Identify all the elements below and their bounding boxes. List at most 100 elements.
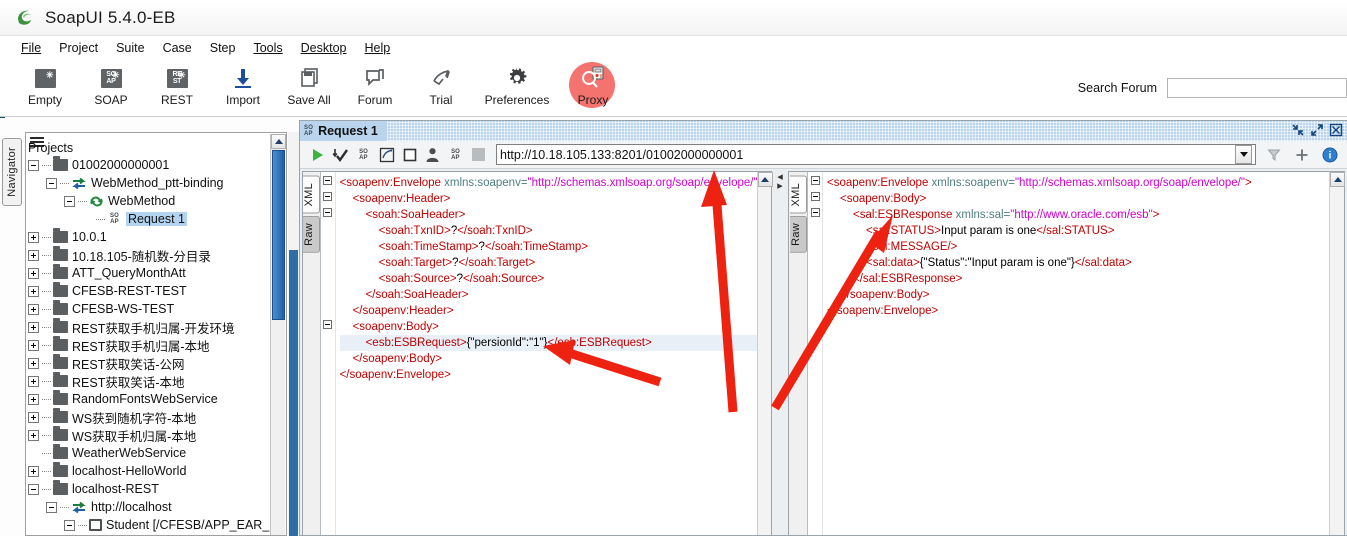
tree-node[interactable]: 10.18.105-随机数-分目录 [26,246,274,264]
menu-tools[interactable]: Tools [244,39,291,57]
response-scroll-up-button[interactable] [1330,172,1345,187]
toolbar-forum-button[interactable]: Forum [342,60,408,114]
stop-button[interactable] [398,144,421,166]
tree-node[interactable]: 10.0.1 [26,228,274,246]
menu-case[interactable]: Case [154,39,201,57]
response-editor-scrollbar[interactable] [1329,172,1345,535]
tree-node-expander[interactable] [28,249,39,261]
request-scroll-up-button[interactable] [757,172,773,187]
tree-node-expander[interactable] [46,501,57,513]
menu-step[interactable]: Step [201,39,245,57]
tree-node-expander[interactable] [28,465,39,477]
tree-node[interactable]: ATT_QueryMonthAtt [26,264,274,282]
maximize-window-button[interactable] [1310,123,1324,137]
editors-splitter[interactable]: ◂ ▸ [774,169,786,535]
tree-node[interactable]: REST获取笑话-公网 [26,354,274,372]
tree-node-expander[interactable] [28,483,39,495]
request-tab-xml[interactable]: XML [303,176,321,214]
tree-node-expander[interactable] [28,303,39,315]
fold-toggle[interactable] [323,192,333,201]
submit-request-button[interactable] [306,144,329,166]
tree-node[interactable]: localhost-REST [26,480,274,498]
fold-toggle[interactable] [810,208,820,217]
request-editor-content[interactable]: <soapenv:Envelope xmlns:soapenv="http://… [336,172,757,535]
tree-node-expander[interactable] [28,393,39,405]
toolbar-empty-button[interactable]: ✳ Empty [12,60,78,114]
restore-window-button[interactable] [1291,123,1305,137]
endpoint-url-field[interactable]: http://10.18.105.133:8201/01002000000001 [496,144,1256,165]
tree-node-expander[interactable] [28,357,39,369]
menu-project[interactable]: Project [50,39,107,57]
request-editor-scrollbar[interactable] [756,172,773,535]
tree-node-expander[interactable] [64,195,75,207]
toolbar-soap-button[interactable]: SO AP ✳ SOAP [78,60,144,114]
fold-toggle[interactable] [323,176,333,185]
soap-format-button[interactable]: SO AP [352,144,375,166]
menu-desktop[interactable]: Desktop [292,39,356,57]
navigator-tab[interactable]: Navigator [2,138,22,206]
tree-node-expander[interactable] [28,339,39,351]
toolbar-trial-button[interactable]: Trial [408,60,474,114]
assertion-button[interactable] [375,144,398,166]
tree-node[interactable]: 01002000000001 [26,156,274,174]
tree-node[interactable]: REST获取手机归属-开发环境 [26,318,274,336]
tree-node[interactable]: CFESB-WS-TEST [26,300,274,318]
tree-node[interactable]: CFESB-REST-TEST [26,282,274,300]
fold-toggle[interactable] [810,192,820,201]
toolbar-save-all-button[interactable]: Save All [276,60,342,114]
add-endpoint-button[interactable] [1290,144,1313,166]
tree-node[interactable]: WS获到随机字符-本地 [26,408,274,426]
tree-node-expander[interactable] [28,375,39,387]
tree-node-expander[interactable] [64,519,75,531]
fold-toggle[interactable] [323,208,333,217]
fold-toggle[interactable] [323,320,333,329]
tree-node[interactable]: Student [/CFESB/APP_EAR_ [26,516,274,534]
toolbar-proxy-button[interactable]: Proxy [560,60,626,114]
fold-toggle[interactable] [810,176,820,185]
tree-node-expander[interactable] [28,285,39,297]
tree-node-expander[interactable] [28,231,39,243]
close-window-button[interactable] [1329,123,1343,137]
help-button[interactable]: i [1318,144,1341,166]
toolbar-import-button[interactable]: Import [210,60,276,114]
validate-button[interactable] [329,144,352,166]
toolbar-rest-button[interactable]: RE ST ✳ REST [144,60,210,114]
wss-button[interactable]: SO AP [444,144,467,166]
tree-node-expander[interactable] [46,177,57,189]
navigator-outer-scrollbar[interactable] [288,132,299,536]
endpoint-dropdown-button[interactable] [1235,145,1252,164]
tree-node[interactable]: WebMethod_ptt-binding [26,174,274,192]
code-token: <soapenv:Body> [840,193,927,205]
request-tab-raw[interactable]: Raw [303,215,321,253]
search-forum-input[interactable] [1167,78,1347,98]
auth-button[interactable] [421,144,444,166]
tree-node[interactable]: REST获取笑话-本地 [26,372,274,390]
tree-node[interactable]: SO AP Request 1 [26,210,274,228]
response-editor-fold-gutter[interactable] [808,172,823,535]
tree-node-expander[interactable] [28,429,39,441]
navigator-outer-scrollbar-thumb[interactable] [289,250,298,536]
filter-button[interactable] [1262,144,1285,166]
tree-node[interactable]: REST获取手机归属-本地 [26,336,274,354]
menu-file[interactable]: File [12,39,50,57]
response-editor-content[interactable]: <soapenv:Envelope xmlns:soapenv="http://… [823,172,1329,535]
request-window-tab[interactable]: SO AP Request 1 [300,121,387,141]
tree-node[interactable]: WeatherWebService [26,444,274,462]
tree-node-expander[interactable] [28,267,39,279]
tree-node-expander[interactable] [28,321,39,333]
cancel-button[interactable] [467,144,490,166]
tree-node-expander[interactable] [28,159,39,171]
menu-help[interactable]: Help [356,39,400,57]
tree-node[interactable]: http://localhost [26,498,274,516]
tree-node-expander[interactable] [28,411,39,423]
response-tab-xml[interactable]: XML [789,176,807,214]
menu-suite[interactable]: Suite [107,39,154,57]
toolbar-preferences-button[interactable]: Preferences [474,60,560,114]
tree-node[interactable]: RandomFontsWebService [26,390,274,408]
request-editor-fold-gutter[interactable] [321,172,336,535]
response-tab-raw[interactable]: Raw [789,215,807,253]
toolbar-proxy-label: Proxy [577,93,609,107]
tree-node[interactable]: WS获取手机归属-本地 [26,426,274,444]
tree-node[interactable]: WebMethod [26,192,274,210]
tree-node[interactable]: localhost-HelloWorld [26,462,274,480]
